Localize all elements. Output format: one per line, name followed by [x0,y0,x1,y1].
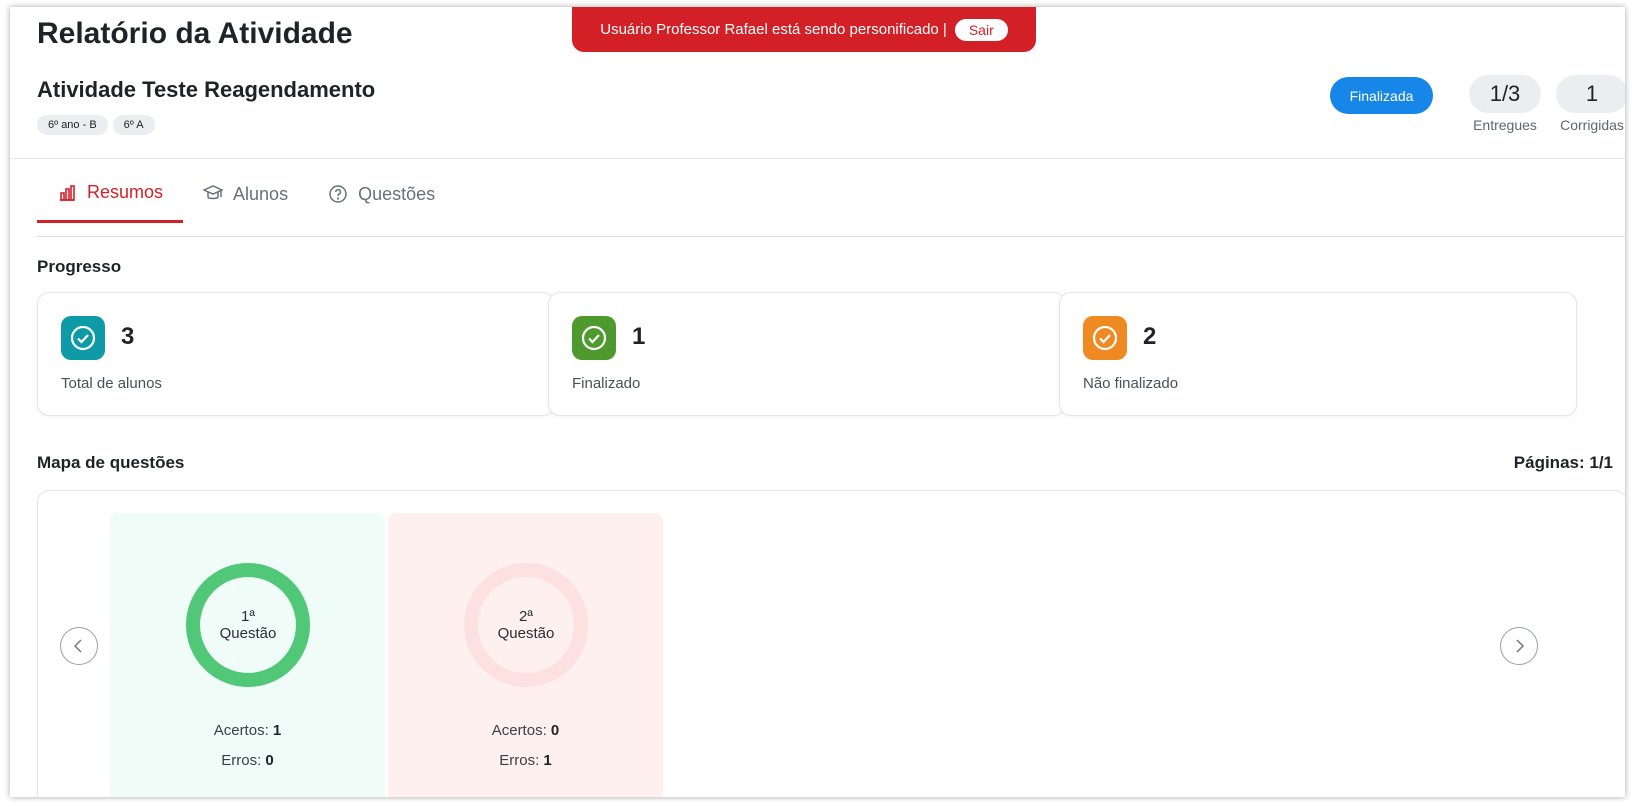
progress-card-total: 3 Total de alunos [37,292,555,416]
progress-title: Progresso [37,257,122,276]
stat-entregues: 1/3 Entregues [1469,75,1541,133]
graduation-cap-icon [203,184,224,204]
chevron-left-icon[interactable] [60,627,98,665]
progress-label: Não finalizado [1083,375,1179,392]
tab-label: Resumos [87,182,164,202]
tab-label: Questões [358,183,436,204]
pages-indicator: Páginas: 1/1 [1513,453,1613,472]
check-circle-icon [572,316,616,360]
impersonation-message: Usuário Professor Rafael está sendo pers… [600,21,947,38]
progress-card-nao-finalizado: 2 Não finalizado [1059,292,1577,416]
class-chip: 6º A [112,115,155,135]
check-circle-icon [61,316,105,360]
progress-label: Total de alunos [61,375,162,392]
tab-resumos[interactable]: Resumos [37,182,184,223]
tab-alunos[interactable]: Alunos [183,182,308,223]
question-map-title: Mapa de questões [37,453,185,472]
question-erros: Erros: 1 [499,752,552,769]
question-label: 2ª Questão [497,608,555,642]
tab-questoes[interactable]: Questões [308,182,455,223]
progress-value: 2 [1143,323,1157,350]
class-chips: 6º ano - B 6º A [37,115,155,135]
stat-corrigidas-label: Corrigidas [1560,117,1624,133]
question-label: 1ª Questão [219,608,277,642]
stat-corrigidas: 1 Corrigidas [1556,75,1625,133]
class-chip: 6º ano - B [37,115,108,135]
activity-title: Atividade Teste Reagendamento [37,77,376,102]
report-window: Usuário Professor Rafael está sendo pers… [10,7,1625,797]
bar-chart-icon [57,183,77,203]
question-card[interactable]: 1ª Questão Acertos: 1 Erros: 0 [110,513,385,797]
question-circle-icon [328,184,348,204]
tab-label: Alunos [233,183,289,204]
progress-card-finalizado: 1 Finalizado [548,292,1066,416]
stat-entregues-value: 1/3 [1469,75,1541,113]
page-title: Relatório da Atividade [37,17,353,50]
tab-bar: Resumos Alunos Questões [37,182,455,223]
progress-value: 3 [121,323,135,350]
question-erros: Erros: 0 [221,752,274,769]
progress-value: 1 [632,323,646,350]
header-divider [10,158,1625,159]
stat-corrigidas-value: 1 [1556,75,1625,113]
tabs-underline [37,236,1625,237]
question-acertos: Acertos: 1 [213,722,282,739]
impersonation-banner: Usuário Professor Rafael está sendo pers… [572,7,1036,52]
question-map: 1ª Questão Acertos: 1 Erros: 0 2ª Questã… [37,490,1625,797]
status-badge: Finalizada [1330,77,1433,114]
question-card[interactable]: 2ª Questão Acertos: 0 Erros: 1 [388,513,663,797]
chevron-right-icon[interactable] [1500,627,1538,665]
check-circle-icon [1083,316,1127,360]
progress-label: Finalizado [572,375,641,392]
exit-impersonation-button[interactable]: Sair [954,18,1008,41]
question-acertos: Acertos: 0 [491,722,560,739]
stat-entregues-label: Entregues [1473,117,1537,133]
